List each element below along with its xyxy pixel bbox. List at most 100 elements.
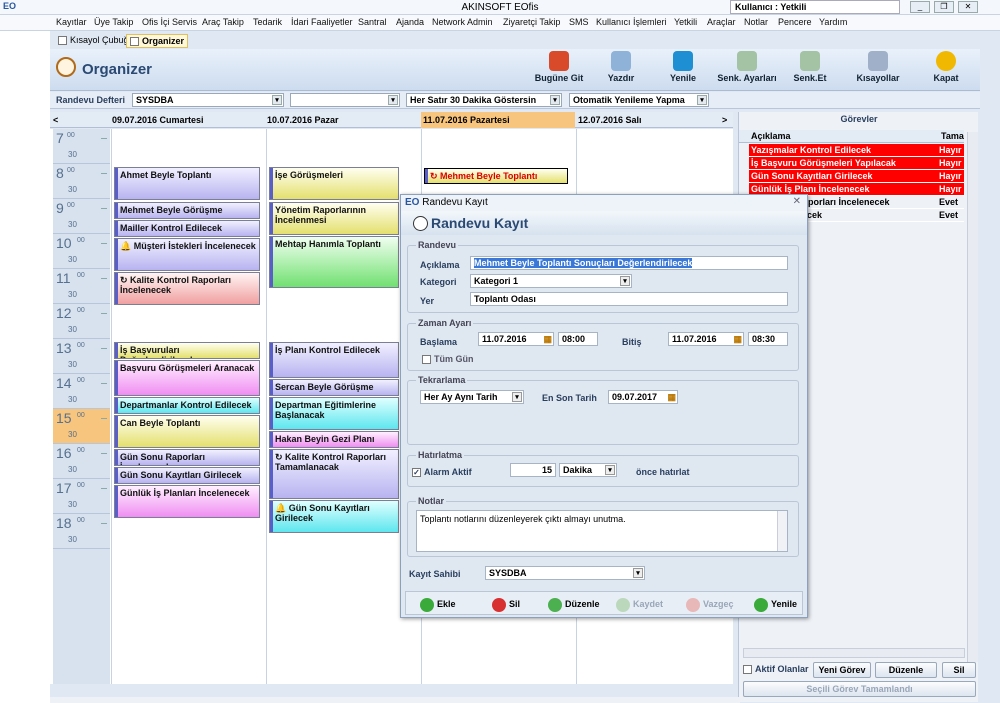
chevron-down-icon[interactable]: ▾ [550, 95, 560, 105]
today-button[interactable]: Bugüne Git [534, 51, 584, 89]
delete-button[interactable]: Sil [492, 595, 520, 613]
chevron-down-icon[interactable]: ▾ [272, 95, 282, 105]
menu-kullanici[interactable]: Kullanıcı İşlemleri [596, 17, 667, 27]
start-date-input[interactable]: 11.07.2016 ▦ [478, 332, 554, 346]
day-header-1[interactable]: 09.07.2016 Cumartesi [112, 115, 204, 125]
tasks-hscrollbar[interactable] [743, 648, 965, 658]
print-button[interactable]: Yazdır [600, 51, 642, 89]
tab-kisayol[interactable]: Kısayol Çubuğu [55, 34, 137, 48]
task-row[interactable]: İş Başvuru Görüşmeleri Yapılacak Hayır [749, 157, 964, 170]
delete-task-button[interactable]: Sil [942, 662, 976, 678]
owner-select[interactable]: SYSDBA ▾ [485, 566, 645, 580]
appointment[interactable]: İşe Görüşmeleri [269, 167, 399, 200]
menu-ofis-ici[interactable]: Ofis İçi Servis [142, 17, 197, 27]
appointment[interactable]: 🔔 Gün Sonu Kayıtları Girilecek [269, 500, 399, 533]
appointment[interactable]: Başvuru Görüşmeleri Aranacak [114, 360, 260, 396]
menu-arac-takip[interactable]: Araç Takip [202, 17, 244, 27]
appointment[interactable]: ↻ Kalite Kontrol Raporları Tamamlanacak [269, 449, 399, 499]
menu-uye-takip[interactable]: Üye Takip [94, 17, 133, 27]
menu-tedarik[interactable]: Tedarik [253, 17, 282, 27]
appointment[interactable]: Hakan Beyin Gezi Planı [269, 431, 399, 448]
notes-textarea[interactable]: Toplantı notlarını düzenleyerek çıktı al… [416, 510, 788, 552]
next-day-icon[interactable]: > [722, 115, 727, 125]
chevron-down-icon[interactable]: ▾ [388, 95, 398, 105]
checkbox-icon[interactable] [743, 665, 752, 675]
refresh-button[interactable]: Yenile [662, 51, 704, 89]
alarm-value-input[interactable]: 15 [510, 463, 556, 477]
menu-network[interactable]: Network Admin [432, 17, 493, 27]
checkbox-icon[interactable] [422, 355, 431, 365]
day-column-1[interactable]: Ahmet Beyle Toplantı Mehmet Beyle Görüşm… [111, 129, 266, 684]
col-description[interactable]: Açıklama [751, 131, 791, 141]
appointment[interactable]: Gün Sonu Raporları İncelenecek [114, 449, 260, 466]
menu-ajanda[interactable]: Ajanda [396, 17, 424, 27]
menu-pencere[interactable]: Pencere [778, 17, 812, 27]
description-input[interactable]: Mehmet Beyle Toplantı Sonuçları Değerlen… [470, 256, 788, 270]
chevron-down-icon[interactable]: ▾ [512, 392, 522, 402]
day-header-4[interactable]: 12.07.2016 Salı [578, 115, 642, 125]
add-button[interactable]: Ekle [420, 595, 456, 613]
new-task-button[interactable]: Yeni Görev [813, 662, 871, 678]
appointment[interactable]: Can Beyle Toplantı [114, 415, 260, 448]
chevron-down-icon[interactable]: ▾ [633, 568, 643, 578]
cancel-button[interactable]: Vazgeç [686, 595, 734, 613]
close-tab-icon[interactable] [58, 36, 67, 46]
active-only-checkbox[interactable]: Aktif Olanlar [743, 664, 809, 675]
secondary-select[interactable]: ▾ [290, 93, 400, 107]
appointment[interactable]: Ahmet Beyle Toplantı [114, 167, 260, 200]
menu-yetkili[interactable]: Yetkili [674, 17, 697, 27]
menu-kayitlar[interactable]: Kayıtlar [56, 17, 87, 27]
interval-select[interactable]: Her Satır 30 Dakika Göstersin ▾ [406, 93, 562, 107]
prev-day-icon[interactable]: < [53, 115, 58, 125]
chevron-down-icon[interactable]: ▾ [620, 276, 630, 286]
all-day-checkbox[interactable]: Tüm Gün [422, 354, 474, 365]
chevron-down-icon[interactable]: ▾ [697, 95, 707, 105]
edit-task-button[interactable]: Düzenle [875, 662, 937, 678]
end-time-input[interactable]: 08:30 [748, 332, 788, 346]
menu-yardim[interactable]: Yardım [819, 17, 847, 27]
restore-button[interactable]: ❐ [934, 1, 954, 13]
day-header-2[interactable]: 10.07.2016 Pazar [267, 115, 339, 125]
close-tab-icon[interactable] [130, 37, 139, 47]
appointment[interactable]: Mehtap Hanımla Toplantı [269, 236, 399, 288]
day-column-2[interactable]: İşe Görüşmeleri Yönetim Raporlarının İnc… [266, 129, 421, 684]
category-select[interactable]: Kategori 1 ▾ [470, 274, 632, 288]
tab-organizer[interactable]: Organizer [126, 34, 189, 48]
sync-settings-button[interactable]: Senk. Ayarları [714, 51, 780, 89]
col-completed[interactable]: Tama [941, 131, 964, 141]
place-input[interactable]: Toplantı Odası [470, 292, 788, 306]
appointment[interactable]: Departman Eğitimlerine Başlanacak [269, 397, 399, 430]
shortcuts-button[interactable]: Kısayollar [850, 51, 906, 89]
appointment[interactable]: Sercan Beyle Görüşme [269, 379, 399, 396]
close-app-button[interactable]: ✕ [958, 1, 978, 13]
appointment[interactable]: Yönetim Raporlarının İncelenmesi [269, 202, 399, 235]
checkmark-icon[interactable]: ✓ [412, 468, 421, 478]
minimize-button[interactable]: _ [910, 1, 930, 13]
task-row[interactable]: Gün Sonu Kayıtları Girilecek Hayır [749, 170, 964, 183]
alarm-checkbox[interactable]: ✓ Alarm Aktif [412, 467, 472, 478]
appointment[interactable]: Departmanlar Kontrol Edilecek [114, 397, 260, 414]
complete-task-button[interactable]: Seçili Görev Tamamlandı [743, 681, 976, 697]
day-header-3[interactable]: 11.07.2016 Pazartesi [421, 112, 575, 128]
repeat-select[interactable]: Her Ay Aynı Tarih ▾ [420, 390, 524, 404]
close-icon[interactable]: ✕ [793, 196, 801, 207]
appointment[interactable]: ↻ Kalite Kontrol Raporları İncelenecek [114, 272, 260, 305]
edit-button[interactable]: Düzenle [548, 595, 600, 613]
appointment[interactable]: Günlük İş Planları İncelenecek [114, 485, 260, 518]
menu-ziyaretci[interactable]: Ziyaretçi Takip [503, 17, 560, 27]
save-button[interactable]: Kaydet [616, 595, 663, 613]
tasks-scrollbar[interactable] [967, 132, 978, 662]
appointment-selected[interactable]: ↻ Mehmet Beyle Toplantı [424, 168, 568, 184]
appointment[interactable]: Mehmet Beyle Görüşme [114, 202, 260, 219]
sync-button[interactable]: Senk.Et [788, 51, 832, 89]
calendar-icon[interactable]: ▦ [543, 334, 552, 345]
appointment[interactable]: İş Başvuruları Değerlendirilecek [114, 342, 260, 359]
last-date-input[interactable]: 09.07.2017 ▦ [608, 390, 678, 404]
appointment[interactable]: 🔔 Müşteri İstekleri İncelenecek [114, 238, 260, 271]
dialog-refresh-button[interactable]: Yenile [754, 595, 797, 613]
end-date-input[interactable]: 11.07.2016 ▦ [668, 332, 744, 346]
appointment[interactable]: Gün Sonu Kayıtları Girilecek [114, 467, 260, 484]
appointment[interactable]: Mailler Kontrol Edilecek [114, 220, 260, 237]
appointment-book-select[interactable]: SYSDBA ▾ [132, 93, 284, 107]
alarm-unit-select[interactable]: Dakika ▾ [559, 463, 617, 477]
